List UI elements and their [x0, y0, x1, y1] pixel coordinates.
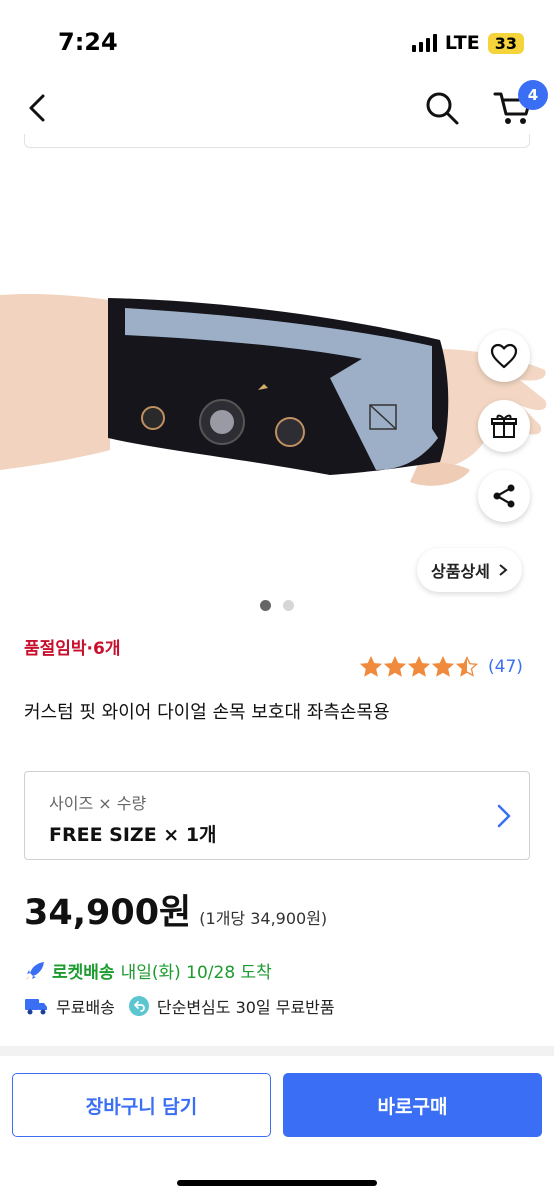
- chevron-left-icon: [29, 94, 45, 122]
- share-button[interactable]: [478, 470, 530, 522]
- option-label: 사이즈 × 수량: [49, 794, 147, 813]
- star-icon: [456, 656, 478, 677]
- heart-icon: [490, 343, 518, 369]
- truck-icon: [25, 999, 47, 1015]
- review-count[interactable]: (47): [488, 657, 523, 677]
- chevron-right-icon: [497, 804, 511, 828]
- wishlist-button[interactable]: [478, 330, 530, 382]
- status-time: 7:24: [58, 28, 118, 56]
- nav-bar: [0, 80, 554, 138]
- pagination-dot[interactable]: [260, 600, 271, 611]
- gift-button[interactable]: [478, 400, 530, 452]
- product-image[interactable]: [0, 200, 554, 580]
- star-icon: [384, 656, 406, 677]
- gift-icon: [491, 414, 517, 438]
- return-icon: [128, 996, 149, 1016]
- star-icon: [408, 656, 430, 677]
- product-title: 커스텀 핏 와이어 다이얼 손목 보호대 좌측손목용: [24, 702, 390, 723]
- share-icon: [493, 484, 515, 508]
- back-button[interactable]: [20, 90, 56, 126]
- stock-warning: 품절임박·6개: [24, 639, 121, 659]
- unit-price: (1개당 34,900원): [199, 909, 328, 928]
- bottom-action-bar: 장바구니 담기 바로구매: [0, 1056, 554, 1200]
- chevron-right-icon: [499, 564, 508, 576]
- search-icon: [426, 92, 459, 125]
- arrival-date: 내일(화) 10/28 도착: [120, 963, 272, 983]
- status-bar: 7:24 LTE 33: [0, 0, 554, 80]
- product-detail-label: 상품상세: [431, 562, 490, 581]
- image-pagination: [260, 600, 294, 611]
- signal-icon: [411, 34, 437, 52]
- price-row: 34,900원 (1개당 34,900원): [24, 884, 327, 935]
- network-type: LTE: [444, 32, 480, 54]
- free-return-label: 단순변심도 30일 무료반품: [156, 998, 335, 1017]
- product-detail-button[interactable]: 상품상세: [417, 548, 522, 592]
- home-indicator: [177, 1180, 377, 1186]
- rocket-delivery-info: 로켓배송 내일(화) 10/28 도착: [24, 958, 272, 983]
- rocket-delivery-label: 로켓배송: [52, 963, 115, 983]
- free-shipping-label: 무료배송: [56, 998, 115, 1017]
- wrist-brace-image: [0, 293, 547, 486]
- option-selector[interactable]: 사이즈 × 수량 FREE SIZE × 1개: [24, 771, 530, 860]
- pagination-dot[interactable]: [283, 600, 294, 611]
- star-icon: [360, 656, 382, 677]
- cart-count-badge: 4: [518, 80, 548, 110]
- benefits-row: 무료배송 단순변심도 30일 무료반품: [24, 994, 349, 1018]
- battery-icon: 33: [487, 32, 524, 54]
- add-to-cart-button[interactable]: 장바구니 담기: [12, 1073, 271, 1137]
- rocket-icon: [26, 961, 44, 980]
- star-icon: [432, 656, 454, 677]
- free-return: 단순변심도 30일 무료반품: [128, 994, 335, 1018]
- status-indicators: LTE 33: [411, 32, 524, 54]
- star-rating: [360, 656, 478, 678]
- section-divider: [0, 1046, 554, 1056]
- option-value: FREE SIZE × 1개: [49, 824, 217, 846]
- rating[interactable]: (47): [360, 656, 523, 678]
- search-button[interactable]: [422, 88, 462, 128]
- buy-now-button[interactable]: 바로구매: [283, 1073, 542, 1137]
- free-shipping: 무료배송: [24, 994, 115, 1018]
- price: 34,900원: [24, 893, 192, 933]
- previous-section-edge: [24, 134, 530, 148]
